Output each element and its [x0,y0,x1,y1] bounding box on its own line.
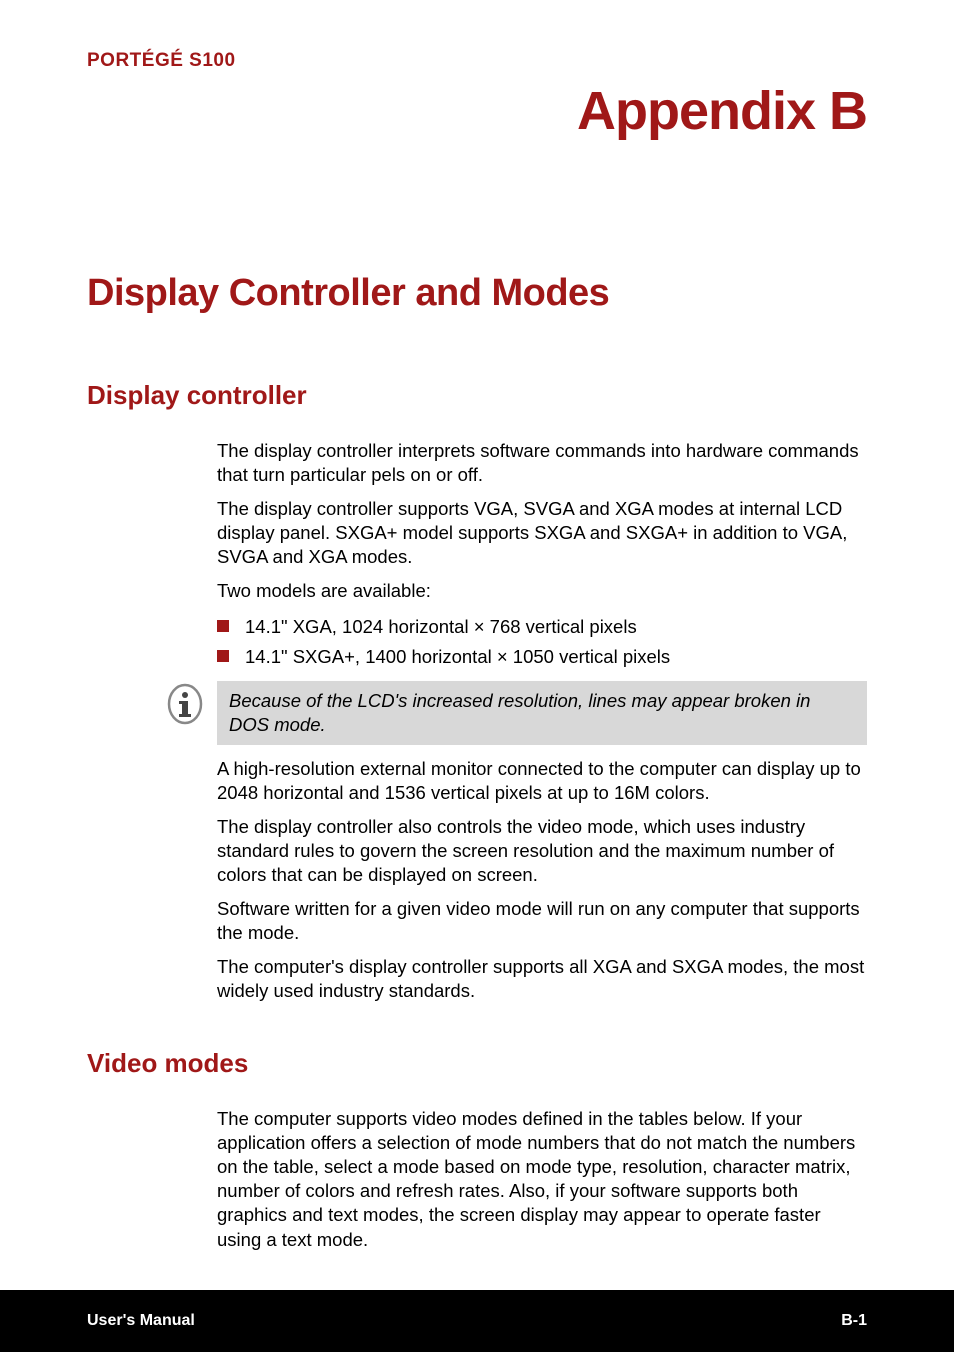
footer-document-title: User's Manual [87,1312,195,1330]
document-page: PORTÉGÉ S100 Appendix B Display Controll… [0,0,954,1290]
body-paragraph: The display controller supports VGA, SVG… [217,497,867,569]
info-icon [167,683,203,725]
body-paragraph: A high-resolution external monitor conne… [217,757,867,805]
body-paragraph: The computer supports video modes define… [217,1107,867,1251]
appendix-title: Appendix B [87,80,867,142]
body-paragraph: The computer's display controller suppor… [217,955,867,1003]
content-block: The computer supports video modes define… [217,1107,867,1251]
body-paragraph: The display controller also controls the… [217,815,867,887]
body-paragraph: Two models are available: [217,579,867,603]
section-heading-display-controller: Display controller [87,380,867,411]
body-paragraph: Software written for a given video mode … [217,897,867,945]
body-paragraph: The display controller interprets softwa… [217,439,867,487]
content-block: A high-resolution external monitor conne… [217,757,867,1003]
footer-page-number: B-1 [841,1312,867,1330]
content-block: The display controller interprets softwa… [217,439,867,671]
note-text: Because of the LCD's increased resolutio… [229,689,855,737]
section-heading-video-modes: Video modes [87,1048,867,1079]
list-item: 14.1" XGA, 1024 horizontal × 768 vertica… [217,613,867,641]
bullet-list: 14.1" XGA, 1024 horizontal × 768 vertica… [217,613,867,671]
note-box: Because of the LCD's increased resolutio… [217,681,867,745]
product-label: PORTÉGÉ S100 [87,50,867,72]
page-footer: User's Manual B-1 [0,1290,954,1352]
page-title: Display Controller and Modes [87,272,867,315]
list-item: 14.1" SXGA+, 1400 horizontal × 1050 vert… [217,643,867,671]
